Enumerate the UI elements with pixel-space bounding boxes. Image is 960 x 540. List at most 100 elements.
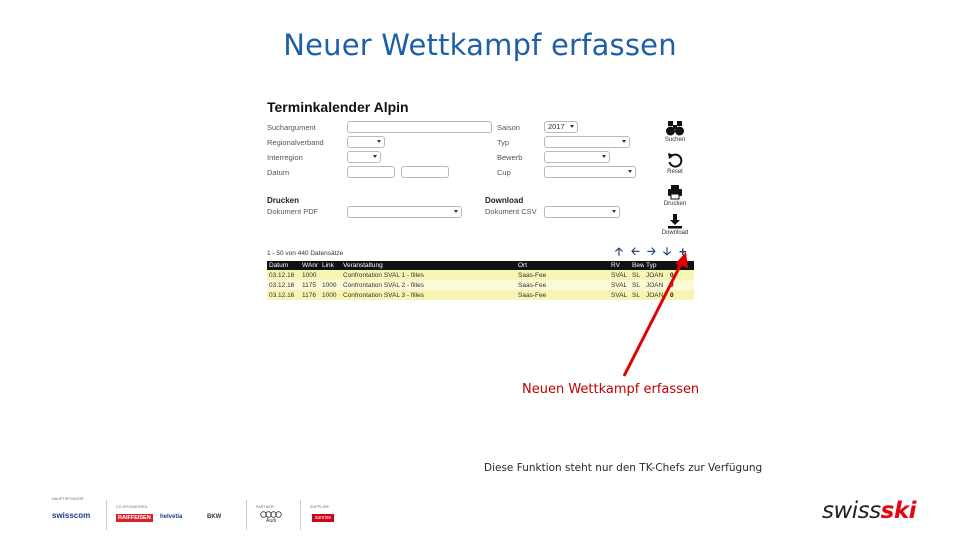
bewerb-select[interactable] bbox=[544, 151, 610, 163]
dokument-pdf-select[interactable] bbox=[347, 206, 462, 218]
swiss-ski-logo: swissski bbox=[822, 498, 917, 524]
table-cell: Confrontation SVAL 3 - filles bbox=[341, 290, 516, 300]
bewerb-label: Bewerb bbox=[497, 153, 523, 162]
add-competition-button[interactable]: + bbox=[679, 245, 687, 258]
table-cell: JOAN bbox=[644, 290, 668, 300]
table-cell: SL bbox=[630, 270, 644, 280]
dokument-csv-select[interactable] bbox=[544, 206, 620, 218]
brand-part-1: swiss bbox=[822, 498, 881, 524]
chevron-down-icon bbox=[570, 125, 574, 128]
table-cell: 03.12.16 bbox=[267, 280, 300, 290]
chevron-down-icon bbox=[377, 140, 381, 143]
audi-logo: Audi bbox=[260, 511, 282, 524]
table-cell: 0 bbox=[668, 270, 694, 280]
regionalverband-label: Regionalverband bbox=[267, 138, 324, 147]
column-header[interactable]: Ort bbox=[516, 261, 609, 270]
table-cell: SL bbox=[630, 280, 644, 290]
audi-rings-icon bbox=[260, 511, 282, 518]
column-header[interactable]: WAnr bbox=[300, 261, 320, 270]
footer-divider bbox=[106, 500, 107, 530]
table-cell: 1176 bbox=[300, 290, 320, 300]
swisscom-logo: swisscom bbox=[52, 511, 91, 520]
print-button-label: Drucken bbox=[663, 201, 687, 207]
raiffeisen-logo: RAIFFEISEN bbox=[116, 514, 153, 522]
download-button[interactable]: Download bbox=[655, 213, 695, 236]
sunrise-logo: sunrise bbox=[312, 514, 335, 522]
reset-button[interactable]: Reset bbox=[655, 152, 695, 175]
sponsor-label-co: CO-SPONSOREN bbox=[116, 505, 148, 509]
table-cell: SVAL bbox=[609, 270, 630, 280]
reset-icon bbox=[668, 153, 683, 168]
column-header[interactable]: Typ bbox=[644, 261, 668, 270]
cup-label: Cup bbox=[497, 168, 511, 177]
column-header[interactable]: Link bbox=[320, 261, 341, 270]
table-row[interactable]: 03.12.16 1176 1000 Confrontation SVAL 3 … bbox=[267, 290, 694, 300]
column-header[interactable]: Datum bbox=[267, 261, 300, 270]
table-cell: Confrontation SVAL 1 - filles bbox=[341, 270, 516, 280]
move-up-icon[interactable]: 🡡 bbox=[615, 246, 623, 258]
reset-button-label: Reset bbox=[667, 169, 683, 175]
competition-table: Datum WAnr Link Veranstaltung Ort RV Bew… bbox=[267, 261, 694, 300]
drucken-title: Drucken bbox=[267, 196, 300, 205]
table-cell: 1175 bbox=[300, 280, 320, 290]
table-cell: 0 bbox=[668, 290, 694, 300]
saison-value: 2017 bbox=[548, 122, 565, 131]
table-row[interactable]: 03.12.16 1000 Confrontation SVAL 1 - fil… bbox=[267, 270, 694, 280]
brand-part-2: ski bbox=[880, 498, 917, 524]
datum-from-input[interactable] bbox=[347, 166, 395, 178]
suchargument-input[interactable] bbox=[347, 121, 492, 133]
sponsor-label-supplier: SUPPLIER bbox=[310, 505, 329, 509]
table-cell: SVAL bbox=[609, 280, 630, 290]
column-header[interactable]: RV bbox=[609, 261, 630, 270]
regionalverband-select[interactable] bbox=[347, 136, 385, 148]
table-row[interactable]: 03.12.16 1175 1000 Confrontation SVAL 2 … bbox=[267, 280, 694, 290]
dokument-csv-label: Dokument CSV bbox=[485, 207, 537, 216]
binoculars-icon bbox=[666, 121, 684, 136]
table-cell: 03.12.16 bbox=[267, 270, 300, 280]
chevron-down-icon bbox=[612, 210, 616, 213]
arrow-left-icon[interactable]: 🡠 bbox=[631, 246, 640, 258]
download-title: Download bbox=[485, 196, 524, 205]
column-header[interactable]: Bew bbox=[630, 261, 644, 270]
arrow-right-icon[interactable]: 🡢 bbox=[647, 246, 656, 258]
column-header[interactable]: Veranstaltung bbox=[341, 261, 516, 270]
chevron-down-icon bbox=[622, 140, 626, 143]
typ-select[interactable] bbox=[544, 136, 630, 148]
typ-label: Typ bbox=[497, 138, 510, 147]
table-cell: Saas-Fee bbox=[516, 290, 609, 300]
interregion-label: Interregion bbox=[267, 153, 303, 162]
app-heading: Terminkalender Alpin bbox=[267, 99, 409, 115]
dokument-pdf-label: Dokument PDF bbox=[267, 207, 319, 216]
record-count: 1 - 50 von 440 Datensätze bbox=[267, 250, 344, 257]
download-button-label: Download bbox=[661, 230, 689, 236]
chevron-down-icon bbox=[373, 155, 377, 158]
table-cell: 1000 bbox=[320, 280, 341, 290]
slide-title: Neuer Wettkampf erfassen bbox=[283, 28, 677, 62]
printer-icon bbox=[668, 185, 682, 200]
saison-select[interactable]: 2017 bbox=[544, 121, 578, 133]
annotation-callout: Neuen Wettkampf erfassen bbox=[522, 382, 700, 397]
column-header bbox=[668, 261, 694, 270]
app-screenshot: Terminkalender Alpin Suchargument Region… bbox=[265, 96, 695, 306]
cup-select[interactable] bbox=[544, 166, 636, 178]
table-cell: SVAL bbox=[609, 290, 630, 300]
search-button[interactable]: Suchen bbox=[655, 120, 695, 143]
audi-logo-text: Audi bbox=[265, 518, 276, 524]
search-button-label: Suchen bbox=[664, 137, 686, 143]
table-cell: Saas-Fee bbox=[516, 270, 609, 280]
footer-divider bbox=[246, 500, 247, 530]
table-cell bbox=[320, 270, 341, 280]
table-cell: 0 bbox=[668, 280, 694, 290]
datum-to-input[interactable] bbox=[401, 166, 449, 178]
move-down-icon[interactable]: 🡣 bbox=[663, 246, 671, 258]
chevron-down-icon bbox=[602, 155, 606, 158]
helvetia-logo: helvetia bbox=[160, 514, 183, 520]
annotation-note: Diese Funktion steht nur den TK-Chefs zu… bbox=[484, 462, 763, 474]
table-cell: 1000 bbox=[320, 290, 341, 300]
interregion-select[interactable] bbox=[347, 151, 381, 163]
sponsor-label-main: HAUPTSPONSOR bbox=[52, 497, 84, 501]
table-cell: JOAN bbox=[644, 270, 668, 280]
print-button[interactable]: Drucken bbox=[655, 184, 695, 207]
chevron-down-icon bbox=[628, 170, 632, 173]
table-cell: 03.12.16 bbox=[267, 290, 300, 300]
